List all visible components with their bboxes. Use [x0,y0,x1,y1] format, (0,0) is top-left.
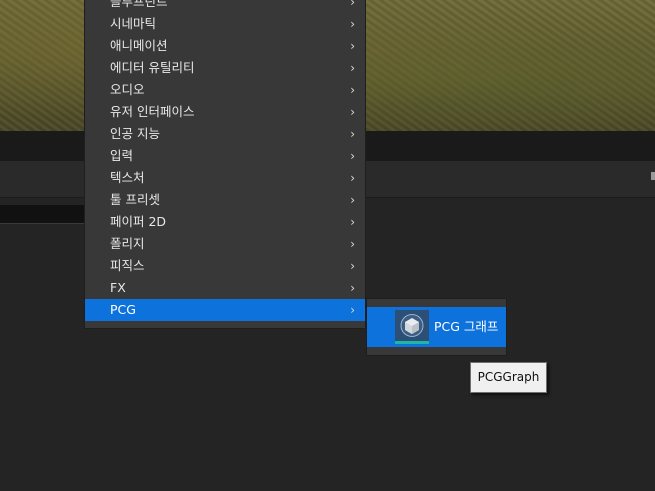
menu-item-label: 페이퍼 2D [110,214,167,229]
menu-item-cinematic[interactable]: 시네마틱 › [85,13,365,35]
menu-item-label: 인공 지능 [110,126,160,141]
chevron-right-icon: › [350,127,355,141]
chevron-right-icon: › [350,303,355,317]
chevron-right-icon: › [350,39,355,53]
chevron-right-icon: › [350,0,355,9]
pcg-graph-icon [395,310,429,344]
menu-item-label: 텍스처 [110,170,145,185]
collapse-arrow-icon[interactable] [651,172,655,180]
chevron-right-icon: › [350,61,355,75]
menu-item-label: PCG [110,302,136,317]
menu-item-animation[interactable]: 애니메이션 › [85,35,365,57]
tooltip: PCGGraph [470,362,547,393]
menu-item-ai[interactable]: 인공 지능 › [85,123,365,145]
menu-item-fx[interactable]: FX › [85,277,365,299]
menu-item-label: 오디오 [110,82,145,97]
menu-item-editor-utility[interactable]: 에디터 유틸리티 › [85,57,365,79]
submenu-item-pcg-graph[interactable]: PCG 그래프 [367,307,506,347]
menu-item-label: 폴리지 [110,236,145,251]
search-field[interactable] [0,205,86,224]
menu-item-physics[interactable]: 피직스 › [85,255,365,277]
menu-item-user-interface[interactable]: 유저 인터페이스 › [85,101,365,123]
chevron-right-icon: › [350,259,355,273]
menu-item-label: FX [110,280,126,295]
chevron-right-icon: › [350,17,355,31]
menu-item-blueprint[interactable]: 블루프린트 › [85,0,365,13]
chevron-right-icon: › [350,105,355,119]
menu-item-label: 에디터 유틸리티 [110,60,195,75]
menu-item-input[interactable]: 입력 › [85,145,365,167]
pcg-submenu: PCG 그래프 [366,298,507,356]
menu-item-label: 툴 프리셋 [110,192,160,207]
menu-item-label: 블루프린트 [110,0,168,9]
chevron-right-icon: › [350,83,355,97]
menu-item-label: 피직스 [110,258,145,273]
chevron-right-icon: › [350,281,355,295]
chevron-right-icon: › [350,215,355,229]
chevron-right-icon: › [350,171,355,185]
menu-item-texture[interactable]: 텍스처 › [85,167,365,189]
chevron-right-icon: › [350,193,355,207]
asset-category-menu: 블루프린트 › 시네마틱 › 애니메이션 › 에디터 유틸리티 › 오디오 › … [84,0,366,329]
menu-item-pcg[interactable]: PCG › [85,299,365,321]
menu-item-foliage[interactable]: 폴리지 › [85,233,365,255]
menu-item-label: 유저 인터페이스 [110,104,195,119]
chevron-right-icon: › [350,237,355,251]
menu-item-label: 시네마틱 [110,16,157,31]
menu-item-label: 입력 [110,148,134,163]
menu-item-audio[interactable]: 오디오 › [85,79,365,101]
menu-item-paper-2d[interactable]: 페이퍼 2D › [85,211,365,233]
submenu-item-label: PCG 그래프 [434,319,499,334]
menu-item-label: 애니메이션 [110,38,168,53]
menu-item-tool-preset[interactable]: 툴 프리셋 › [85,189,365,211]
chevron-right-icon: › [350,149,355,163]
